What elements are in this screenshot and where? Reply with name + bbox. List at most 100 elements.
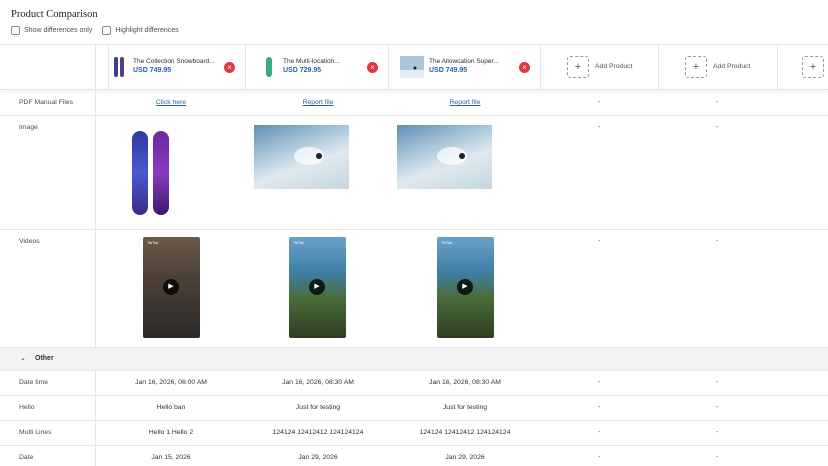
product-card-2[interactable]: The Multi-location... USD 729.95 × [258,45,388,89]
product-photo-thumbnail [400,56,424,78]
row-date: Date Jan 15, 2026 Jan 29, 2026 Jan 29, 2… [0,446,828,466]
add-icon[interactable]: + [802,56,824,78]
row-videos: Videos TikTok ▶ TikTok ▶ TikTok ▶ - - [0,230,828,348]
cell-value: Jan 16, 2026, 08:30 AM [429,379,501,386]
divider [95,396,96,420]
video-thumbnail[interactable]: TikTok ▶ [289,237,346,338]
empty-value: - [598,124,601,131]
empty-value: - [716,124,719,131]
product-photo [254,125,349,189]
remove-product-icon[interactable]: × [367,62,378,73]
row-label: PDF Manual Files [19,99,74,106]
remove-product-icon[interactable]: × [224,62,235,73]
cell-value: Jan 16, 2026, 06:00 AM [135,379,207,386]
empty-value: - [716,429,719,436]
row-label: Date time [19,379,49,386]
cell-value: Hello ban [156,404,186,411]
empty-value: - [598,238,601,245]
skier-figure [459,153,465,159]
add-product-label[interactable]: Add Product [713,63,750,70]
row-multi-lines: Multi Lines Hello 1 Hello 2 124124 12412… [0,421,828,446]
section-label[interactable]: Other [35,355,54,362]
video-thumbnail[interactable]: TikTok ▶ [143,237,200,338]
empty-value: - [716,238,719,245]
product-name[interactable]: The Multi-location... [283,58,340,65]
play-icon[interactable]: ▶ [163,279,179,295]
highlight-differences-checkbox[interactable]: Highlight differences [102,26,179,35]
empty-value: - [716,379,719,386]
divider [95,116,96,229]
cell-value: Just for testing [442,404,488,411]
cell-value: Jan 29, 2026 [445,454,485,461]
video-tag: TikTok [293,240,305,245]
pdf-link[interactable]: Report file [419,99,511,106]
row-pdf-manual-files: PDF Manual Files Click here Report file … [0,91,828,116]
cell-value: Just for testing [295,404,341,411]
play-icon[interactable]: ▶ [457,279,473,295]
add-icon[interactable]: + [567,56,589,78]
cell-value: Jan 29, 2026 [298,454,338,461]
product-card-3[interactable]: The Allowcation Super... USD 749.95 × [398,45,540,89]
checkbox-icon[interactable] [11,26,20,35]
add-icon[interactable]: + [685,56,707,78]
show-differences-checkbox[interactable]: Show differences only [11,26,92,35]
divider [95,421,96,445]
cell-value: Hello 1 Hello 2 [148,429,194,436]
cell-value: Jan 16, 2026, 08:30 AM [282,379,354,386]
product-header: The Collection Snowboard... USD 749.95 ×… [0,45,828,90]
empty-value: - [598,379,601,386]
empty-value: - [598,404,601,411]
row-label: Date [19,454,34,461]
chevron-down-icon[interactable]: ⌄ [20,354,26,362]
divider [95,446,96,466]
row-label: Videos [19,238,40,245]
empty-value: - [716,404,719,411]
product-name[interactable]: The Allowcation Super... [429,58,499,65]
divider [95,45,96,89]
empty-value: - [598,429,601,436]
page-title: Product Comparison [11,9,98,20]
divider [95,371,96,395]
row-label: Multi Lines [19,429,52,436]
snowboard-thumbnail [266,57,272,77]
divider [95,230,96,347]
checkbox-icon[interactable] [102,26,112,35]
cell-value: 124124 12412412 124124124 [419,429,511,436]
empty-value: - [716,454,719,461]
divider [388,45,389,89]
video-thumbnail[interactable]: TikTok ▶ [437,237,494,338]
highlight-differences-label: Highlight differences [115,27,179,34]
row-label: Hello [19,404,35,411]
product-price: USD 729.95 [283,67,322,74]
snowboard-thumbnail [114,57,124,77]
product-price: USD 749.95 [429,67,468,74]
pdf-link[interactable]: Report file [272,99,364,106]
add-product-slot-2[interactable]: + Add Product [658,45,777,89]
video-tag: TikTok [441,240,453,245]
product-photo [397,125,492,189]
row-date-time: Date time Jan 16, 2026, 06:00 AM Jan 16,… [0,371,828,396]
show-differences-label: Show differences only [24,27,93,34]
remove-product-icon[interactable]: × [519,62,530,73]
product-card-1[interactable]: The Collection Snowboard... USD 749.95 × [108,45,245,89]
empty-value: - [716,99,719,106]
empty-value: - [598,99,601,106]
video-tag: TikTok [147,240,159,245]
pdf-link[interactable]: Click here [125,99,217,106]
add-product-slot-1[interactable]: + Add Product [540,45,658,89]
skier-figure [316,153,322,159]
cell-value: Jan 15, 2026 [151,454,191,461]
divider [95,91,96,115]
empty-value: - [598,454,601,461]
row-image: Image - - [0,116,828,230]
add-product-label[interactable]: Add Product [595,63,632,70]
product-price: USD 749.95 [133,67,172,74]
play-icon[interactable]: ▶ [309,279,325,295]
section-other[interactable]: ⌄ Other [0,348,828,371]
product-name[interactable]: The Collection Snowboard... [133,58,215,65]
snowboard-image [132,131,169,215]
cell-value: 124124 12412412 124124124 [272,429,364,436]
add-product-slot-3[interactable]: + [777,45,828,89]
row-hello: Hello Hello ban Just for testing Just fo… [0,396,828,421]
divider [245,45,246,89]
